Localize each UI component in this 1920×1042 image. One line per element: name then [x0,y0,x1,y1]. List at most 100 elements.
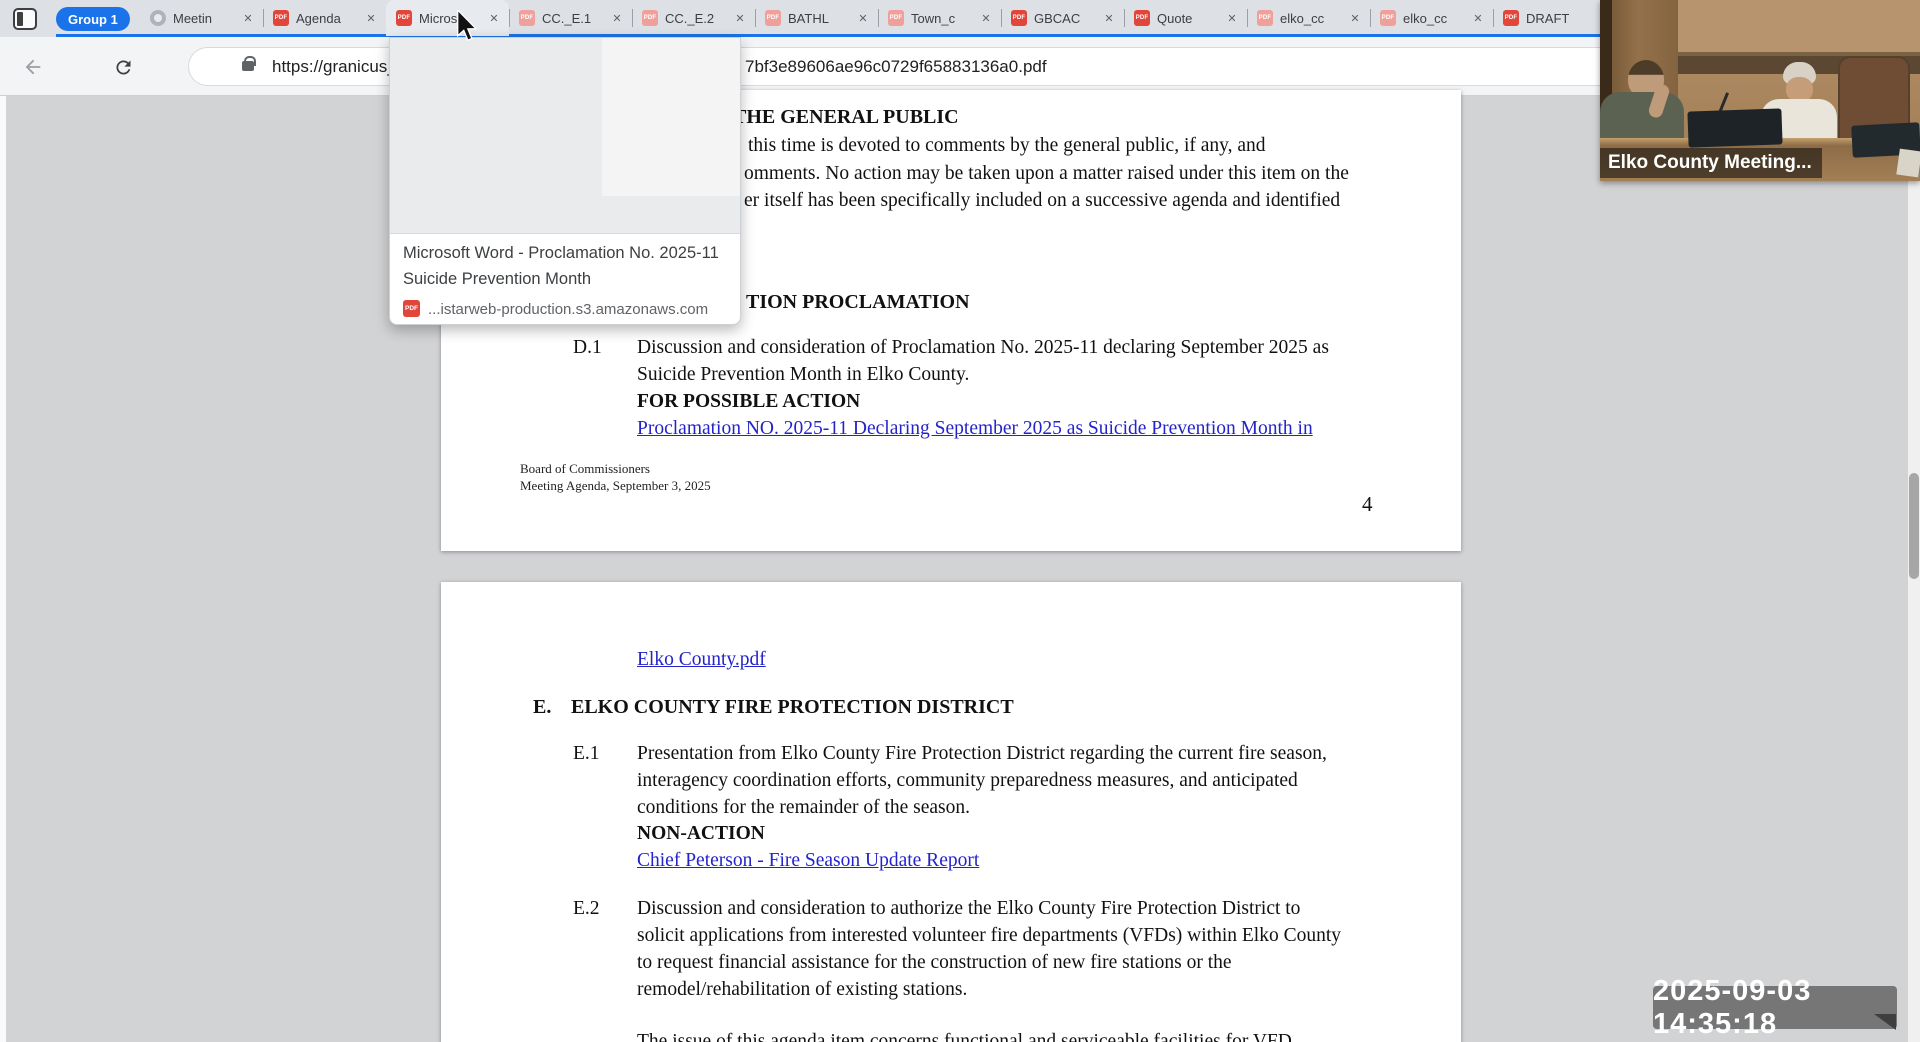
pdf-favicon: PDF [1011,10,1027,26]
tab-label: CC._E.2 [665,10,715,26]
reload-button[interactable] [108,52,138,82]
tab-group-pill[interactable]: Group 1 [56,7,130,31]
tab-microsoft-word-proclamation[interactable]: PDF Micros ✕ [386,0,509,36]
tab-preview-title-line2: Suicide Prevention Month [403,270,592,288]
doc-footer-board: Board of Commissioners [520,461,650,476]
doc-paragraph-line: this time is devoted to comments by the … [748,135,1266,156]
timestamp-corner-arrow [1874,1014,1896,1030]
tab-elko-cc-2[interactable]: PDF elko_cc ✕ [1370,0,1493,36]
doc-item-text: Suicide Prevention Month in Elko County. [637,364,970,385]
close-icon[interactable]: ✕ [486,10,502,26]
pdf-favicon: PDF [519,10,535,26]
tab-label: Quote [1157,10,1193,26]
doc-item-text-clipped: The issue of this agenda item concerns f… [637,1031,1292,1042]
doc-item-text: conditions for the remainder of the seas… [637,797,971,818]
tab-label: GBCAC [1034,10,1081,26]
doc-item-text: Discussion and consideration to authoriz… [637,898,1301,919]
close-icon[interactable]: ✕ [240,10,256,26]
video-monitor [1687,108,1783,148]
doc-link-elko-county-pdf[interactable]: Elko County.pdf [637,649,766,671]
tab-label: DRAFT [1526,10,1570,26]
pdf-favicon: PDF [888,10,904,26]
pdf-favicon: PDF [765,10,781,26]
pdf-favicon: PDF [403,300,420,317]
doc-item-text: solicit applications from interested vol… [637,925,1342,946]
tab-label: Agenda [296,10,341,26]
mouse-cursor [457,10,478,42]
doc-link-fire-season-report[interactable]: Chief Peterson - Fire Season Update Repo… [637,850,979,872]
tab-preview-thumbnail [390,38,740,234]
video-title-label: Elko County Meeting... [1600,148,1822,178]
tab-divider [1247,9,1248,27]
pdf-favicon: PDF [1257,10,1273,26]
doc-action-label: NON-ACTION [637,823,765,844]
scrollbar-thumb[interactable] [1909,473,1919,579]
tab-divider [509,9,510,27]
close-icon[interactable]: ✕ [609,10,625,26]
video-paper [1896,148,1920,178]
doc-item-text: interagency coordination efforts, commun… [637,770,1298,791]
tab-label: elko_cc [1403,10,1448,26]
tab-bathl[interactable]: PDF BATHL ✕ [755,0,878,36]
doc-item-number: D.1 [573,337,602,358]
tab-meeting[interactable]: Meetin ✕ [140,0,263,36]
tab-preview-title-line1: Microsoft Word - Proclamation No. 2025-1… [403,244,719,262]
tab-label: Meetin [173,10,213,26]
close-icon[interactable]: ✕ [1101,10,1117,26]
doc-paragraph-line: er itself has been specifically included… [744,190,1341,211]
tab-divider [1124,9,1125,27]
pdf-favicon: PDF [273,10,289,26]
close-icon[interactable]: ✕ [1347,10,1363,26]
doc-link-proclamation[interactable]: Proclamation NO. 2025-11 Declaring Septe… [637,418,1313,440]
meeting-video-overlay[interactable]: Elko County Meeting... [1600,0,1920,181]
browser-window: Group 1 Meetin ✕ PDF Agenda ✕ PDF Micros… [0,0,1920,1042]
doc-item-text: Discussion and consideration of Proclama… [637,337,1329,358]
tab-label: CC._E.1 [542,10,592,26]
close-icon[interactable]: ✕ [732,10,748,26]
tab-label: Town_c [911,10,956,26]
tab-quote[interactable]: PDF Quote ✕ [1124,0,1247,36]
website-favicon [150,10,166,26]
tab-cc-e2[interactable]: PDF CC._E.2 ✕ [632,0,755,36]
tab-draft[interactable]: PDF DRAFT [1493,0,1603,36]
tab-divider [1493,9,1494,27]
pdf-favicon: PDF [1380,10,1396,26]
close-icon[interactable]: ✕ [1224,10,1240,26]
tab-hover-preview-card: Microsoft Word - Proclamation No. 2025-1… [389,37,741,325]
tab-divider [632,9,633,27]
close-icon[interactable]: ✕ [363,10,379,26]
doc-page-number: 4 [1362,492,1373,516]
tab-agenda[interactable]: PDF Agenda ✕ [263,0,386,36]
tab-cc-e1[interactable]: PDF CC._E.1 ✕ [509,0,632,36]
close-icon[interactable]: ✕ [1470,10,1486,26]
reload-icon [115,59,130,74]
close-icon[interactable]: ✕ [978,10,994,26]
window-edge [0,96,6,1042]
close-icon[interactable]: ✕ [855,10,871,26]
doc-section-heading-fire-district: ELKO COUNTY FIRE PROTECTION DISTRICT [571,696,1014,718]
doc-item-text: to request financial assistance for the … [637,952,1232,973]
lock-icon[interactable] [242,56,256,71]
doc-item-number: E.2 [573,898,600,919]
video-wall [1678,0,1920,56]
doc-action-label: FOR POSSIBLE ACTION [637,391,861,412]
tab-divider [263,9,264,27]
tab-preview-source: ...istarweb-production.s3.amazonaws.com [428,301,709,318]
tab-label: elko_cc [1280,10,1325,26]
url-text-right: 7bf3e89606ae96c0729f65883136a0.pdf [745,57,1047,76]
pdf-favicon: PDF [1134,10,1150,26]
timestamp-badge: 2025-09-03 14:35:18 [1653,975,1897,1040]
back-button[interactable] [18,52,48,82]
tab-elko-cc-1[interactable]: PDF elko_cc ✕ [1247,0,1370,36]
doc-heading-proclamation: TION PROCLAMATION [746,291,970,313]
back-arrow-icon [25,59,41,75]
tab-workspaces-icon[interactable] [13,8,37,30]
doc-section-letter: E. [533,696,552,718]
pdf-favicon: PDF [396,10,412,26]
tab-town-c[interactable]: PDF Town_c ✕ [878,0,1001,36]
tab-divider [1001,9,1002,27]
doc-footer-date: Meeting Agenda, September 3, 2025 [520,478,711,493]
tab-divider [1370,9,1371,27]
doc-paragraph-line: omments. No action may be taken upon a m… [744,163,1349,184]
tab-gbcac[interactable]: PDF GBCAC ✕ [1001,0,1124,36]
